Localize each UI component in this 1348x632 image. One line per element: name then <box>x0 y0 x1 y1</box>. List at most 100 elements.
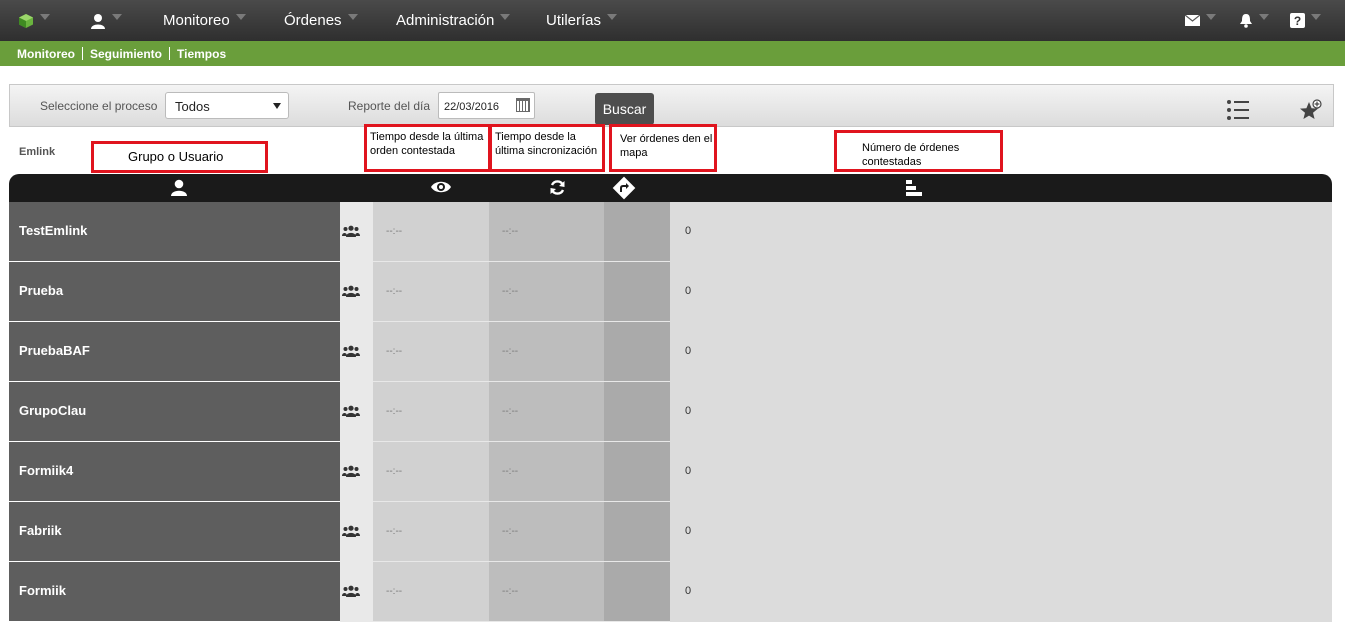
help-menu[interactable]: ? <box>1290 0 1321 41</box>
row-name[interactable]: PruebaBAF <box>9 322 340 381</box>
refresh-icon <box>550 180 565 195</box>
map-cell[interactable] <box>604 562 670 622</box>
chevron-down-icon <box>500 13 511 20</box>
add-favorite-icon[interactable] <box>1298 99 1322 123</box>
chevron-down-icon <box>112 13 122 20</box>
group-icon <box>342 585 360 597</box>
chevron-down-icon <box>1206 13 1216 20</box>
report-date-input[interactable]: 22/03/2016 <box>438 92 535 119</box>
group-icon <box>342 285 360 297</box>
map-cell[interactable] <box>604 322 670 382</box>
map-cell[interactable] <box>604 442 670 502</box>
nav-ordenes[interactable]: Órdenes <box>284 0 358 41</box>
annotation-text: Ver órdenes den el mapa <box>620 133 713 159</box>
orders-count-cell: 0 <box>670 262 1332 322</box>
group-cell <box>340 202 373 262</box>
time-last-order-cell: --:-- <box>373 442 489 502</box>
time-last-sync-cell: --:-- <box>489 322 604 382</box>
eye-icon <box>431 181 451 193</box>
chevron-down-icon <box>40 13 50 20</box>
time-last-sync-cell: --:-- <box>489 382 604 442</box>
orders-count-cell: 0 <box>670 442 1332 502</box>
time-last-order-cell: --:-- <box>373 382 489 442</box>
time-last-sync-cell: --:-- <box>489 262 604 322</box>
breadcrumb-separator <box>82 47 83 60</box>
route-icon <box>612 176 636 200</box>
breadcrumb: Monitoreo Seguimiento Tiempos <box>0 41 1345 66</box>
annotation-text: Tiempo desde la última sincronización <box>495 131 598 157</box>
group-cell <box>340 262 373 322</box>
row-name[interactable]: Fabriik <box>9 502 340 561</box>
table-body: TestEmlink --:-- --:-- 0 Prueba --:-- --… <box>9 202 1332 622</box>
time-last-order-cell: --:-- <box>373 202 489 262</box>
row-name[interactable]: Formiik4 <box>9 442 340 501</box>
table-row[interactable]: GrupoClau --:-- --:-- 0 <box>9 382 1332 442</box>
row-name[interactable]: TestEmlink <box>9 202 340 261</box>
map-cell[interactable] <box>604 502 670 562</box>
annotation-view-map: Ver órdenes den el mapa <box>609 124 717 172</box>
row-name[interactable]: Prueba <box>9 262 340 321</box>
bar-chart-icon <box>906 180 922 196</box>
row-name[interactable]: Formiik <box>9 562 340 621</box>
search-button[interactable]: Buscar <box>595 93 654 125</box>
annotation-time-last-order: Tiempo desde la última orden contestada <box>364 124 491 172</box>
user-menu[interactable] <box>90 0 122 41</box>
mail-icon <box>1185 15 1200 26</box>
group-icon <box>342 525 360 537</box>
calendar-icon[interactable] <box>516 98 530 112</box>
table-header <box>9 174 1332 202</box>
time-last-order-cell: --:-- <box>373 262 489 322</box>
breadcrumb-tiempos[interactable]: Tiempos <box>177 47 226 61</box>
nav-administracion[interactable]: Administración <box>396 0 511 41</box>
table-row[interactable]: Prueba --:-- --:-- 0 <box>9 262 1332 322</box>
help-icon: ? <box>1290 13 1305 28</box>
process-select-value: Todos <box>175 99 210 114</box>
ranked-list-icon[interactable] <box>1226 99 1250 121</box>
mail-menu[interactable] <box>1185 0 1216 41</box>
row-name[interactable]: GrupoClau <box>9 382 340 441</box>
group-cell <box>340 382 373 442</box>
orders-count-cell: 0 <box>670 502 1332 562</box>
orders-count-cell: 0 <box>670 562 1332 622</box>
table-row[interactable]: TestEmlink --:-- --:-- 0 <box>9 202 1332 262</box>
table-row[interactable]: Fabriik --:-- --:-- 0 <box>9 502 1332 562</box>
breadcrumb-monitoreo[interactable]: Monitoreo <box>17 47 75 61</box>
map-cell[interactable] <box>604 382 670 442</box>
breadcrumb-seguimiento[interactable]: Seguimiento <box>90 47 162 61</box>
orders-count-cell: 0 <box>670 202 1332 262</box>
filter-bar: Seleccione el proceso Todos Reporte del … <box>9 84 1334 127</box>
map-cell[interactable] <box>604 262 670 322</box>
dropdown-arrow-icon <box>273 103 281 109</box>
section-label: Emlink <box>19 146 56 158</box>
table-row[interactable]: Formiik4 --:-- --:-- 0 <box>9 442 1332 502</box>
app-menu[interactable] <box>18 0 50 41</box>
notifications-menu[interactable] <box>1239 0 1269 41</box>
time-last-order-cell: --:-- <box>373 322 489 382</box>
group-cell <box>340 322 373 382</box>
table-row[interactable]: PruebaBAF --:-- --:-- 0 <box>9 322 1332 382</box>
process-select[interactable]: Todos <box>165 92 289 119</box>
top-navbar: Monitoreo Órdenes Administración Utilerí… <box>0 0 1345 41</box>
map-cell[interactable] <box>604 202 670 262</box>
orders-count-cell: 0 <box>670 322 1332 382</box>
orders-count-cell: 0 <box>670 382 1332 442</box>
nav-monitoreo[interactable]: Monitoreo <box>163 0 246 41</box>
table-row[interactable]: Formiik --:-- --:-- 0 <box>9 562 1332 622</box>
nav-utilerias[interactable]: Utilerías <box>546 0 618 41</box>
time-last-sync-cell: --:-- <box>489 442 604 502</box>
group-cell <box>340 502 373 562</box>
time-last-sync-cell: --:-- <box>489 202 604 262</box>
group-icon <box>342 225 360 237</box>
chevron-down-icon <box>607 13 618 20</box>
annotation-group-user: Grupo o Usuario <box>91 141 268 173</box>
chevron-down-icon <box>347 13 358 20</box>
breadcrumb-separator <box>169 47 171 60</box>
user-icon <box>171 179 187 196</box>
annotation-text: Tiempo desde la última orden contestada <box>370 131 484 157</box>
nav-label: Administración <box>396 12 495 29</box>
group-cell <box>340 442 373 502</box>
report-date-label: Reporte del día <box>348 99 431 113</box>
chevron-down-icon <box>235 13 246 20</box>
svg-text:?: ? <box>1294 14 1301 28</box>
process-label: Seleccione el proceso <box>40 99 158 113</box>
